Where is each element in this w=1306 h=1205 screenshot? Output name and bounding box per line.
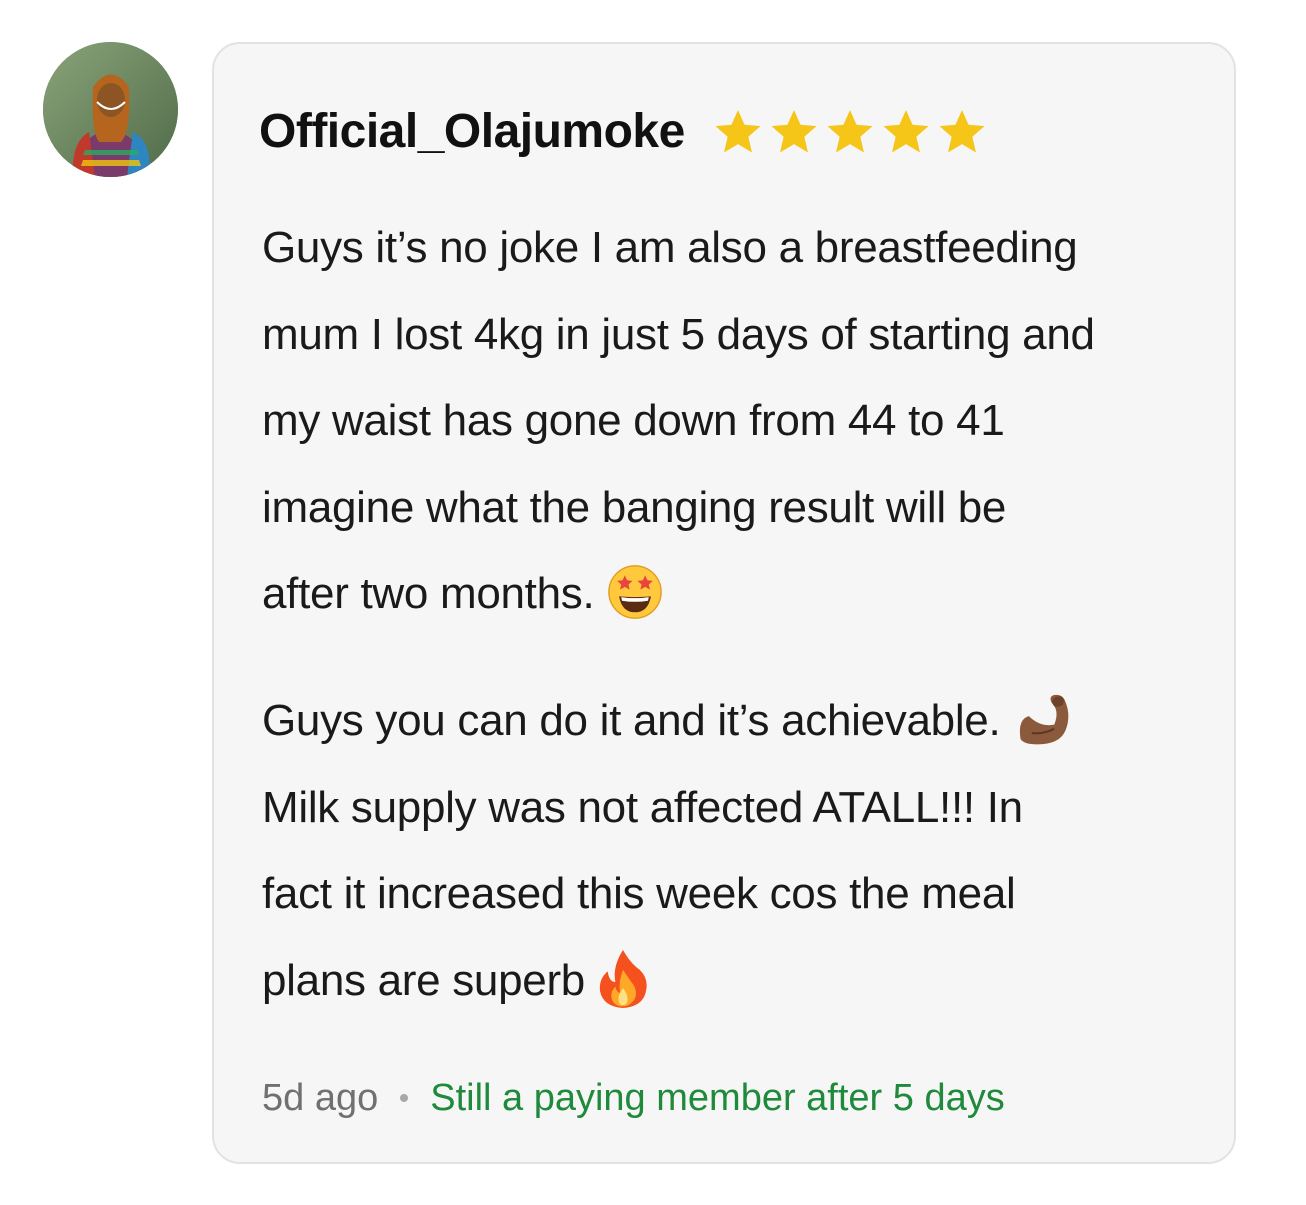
- review-text-line: plans are superb: [262, 955, 585, 1005]
- reviewer-username[interactable]: Official_Olajumoke: [259, 102, 685, 162]
- member-status-badge: Still a paying member after 5 days: [430, 1077, 1005, 1119]
- review-text-line-with-emoji: after two months.: [262, 551, 1222, 638]
- star-rating: [711, 105, 989, 159]
- review-paragraph-2: Guys you can do it and it’s achievable. …: [262, 678, 1222, 1024]
- review-text-line: my waist has gone down from 44 to 41: [262, 396, 1005, 445]
- star-struck-emoji-icon: [608, 565, 663, 620]
- review-footer: 5d ago Still a paying member after 5 day…: [262, 1074, 1005, 1122]
- review-header: Official_Olajumoke: [259, 102, 989, 162]
- review-timestamp: 5d ago: [262, 1077, 379, 1119]
- review-text-line-with-emoji: plans are superb: [262, 938, 1222, 1025]
- star-icon: [939, 109, 985, 153]
- review-text-line: Guys it’s no joke I am also a breastfeed…: [262, 223, 1078, 272]
- star-icon: [715, 109, 761, 153]
- fire-emoji-icon: [599, 949, 647, 1008]
- star-icon: [883, 109, 929, 153]
- star-icon: [771, 109, 817, 153]
- review-text-line: fact it increased this week cos the meal: [262, 869, 1016, 918]
- review-text-line: Guys you can do it and it’s achievable.: [262, 696, 1001, 745]
- review-card: Official_Olajumoke Guys it’s no joke I a…: [212, 42, 1236, 1164]
- review-text-line: imagine what the banging result will be: [262, 482, 1007, 532]
- user-avatar[interactable]: [43, 42, 178, 177]
- review-paragraph-1: Guys it’s no joke I am also a breastfeed…: [262, 205, 1222, 638]
- review-text-line: mum I lost 4kg in just 5 days of startin…: [262, 309, 1095, 359]
- review-text-line: after two months.: [262, 569, 595, 618]
- star-icon: [827, 109, 873, 153]
- separator-dot: [400, 1094, 409, 1102]
- review-text-line: Milk supply was not affected ATALL!!! In: [262, 782, 1023, 832]
- review-text-line-with-emoji: Guys you can do it and it’s achievable.: [262, 678, 1222, 765]
- flexed-biceps-emoji-icon: [1020, 695, 1069, 745]
- avatar-photo-icon: [43, 42, 178, 177]
